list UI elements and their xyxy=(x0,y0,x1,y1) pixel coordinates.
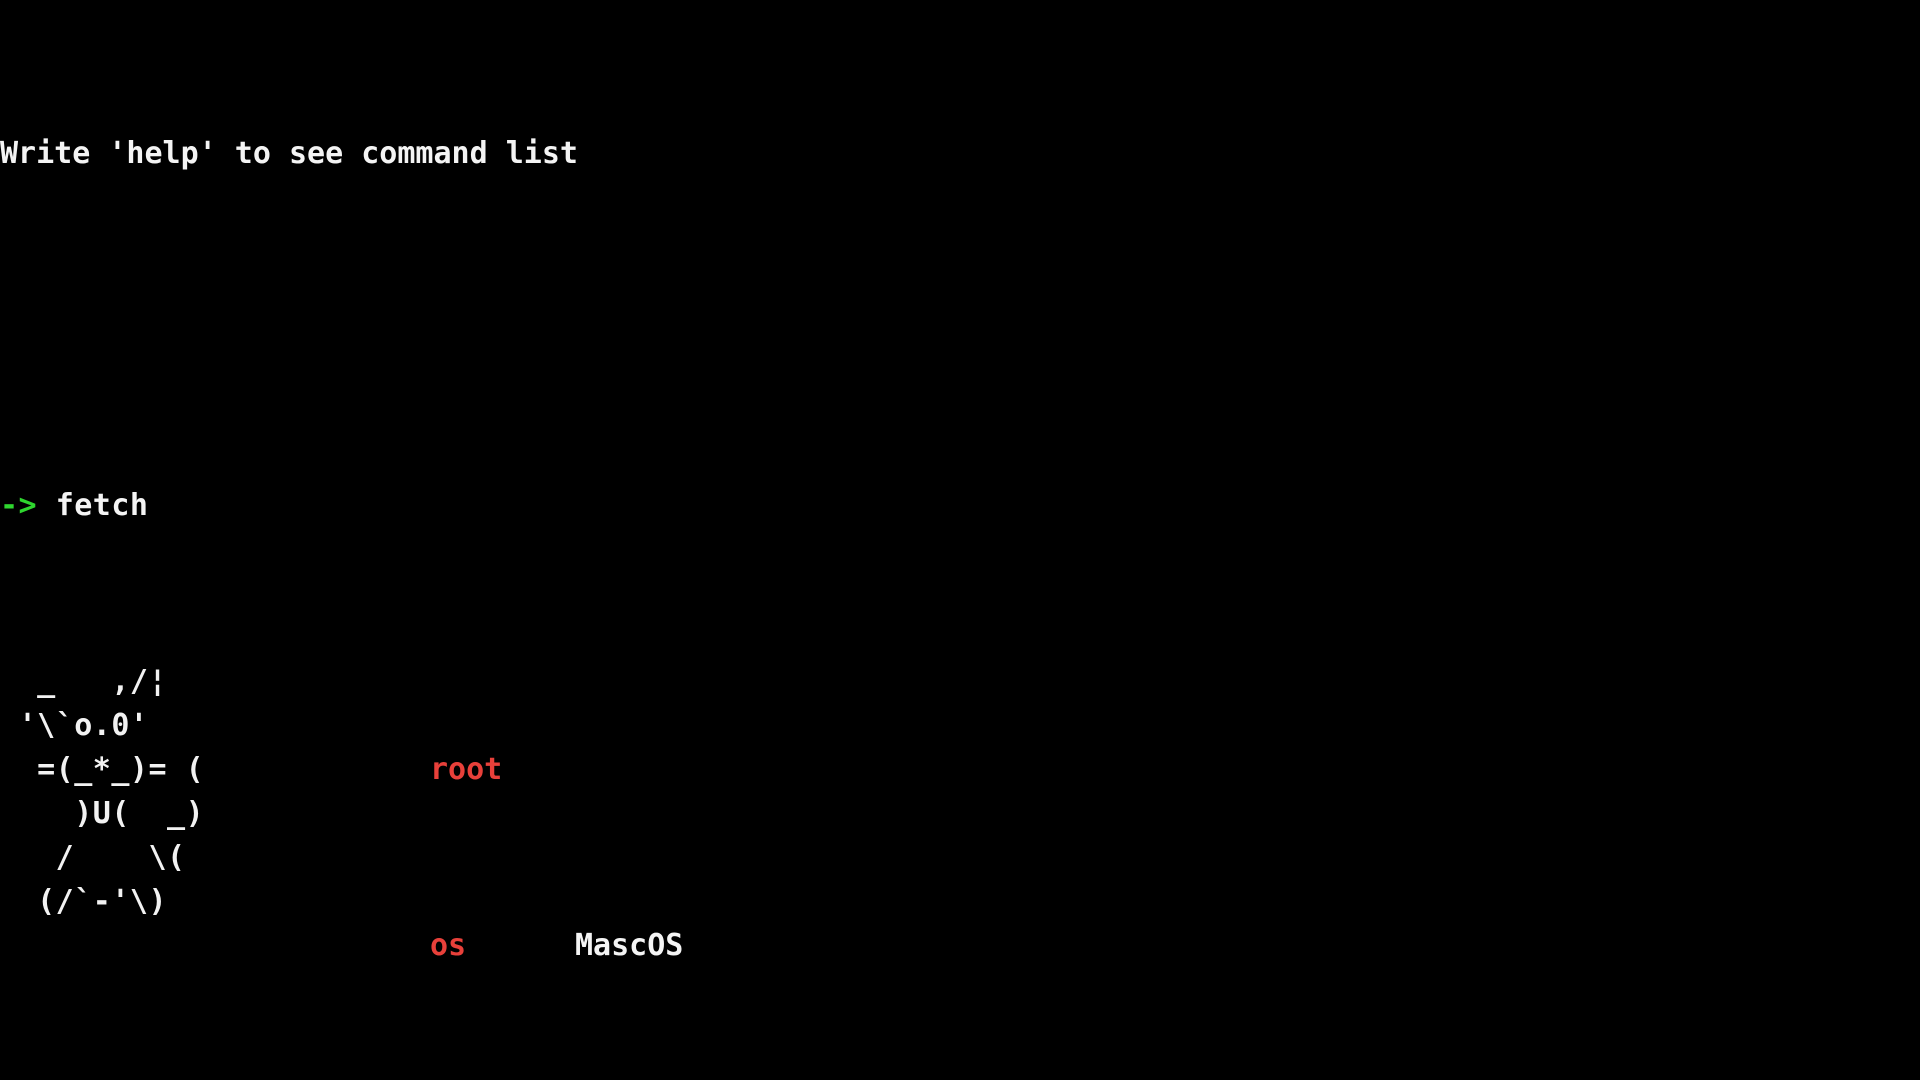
ascii-art-line-6: (/`-'\) xyxy=(0,884,168,919)
fetch-info-row-os: os MascOS xyxy=(430,924,846,968)
ascii-art-line-2: '\`o.0' xyxy=(0,708,149,743)
fetch-user-label: root xyxy=(430,752,503,787)
ascii-art-line-3: =(_*_)= ( xyxy=(0,752,205,787)
fetch-block-spacer xyxy=(0,968,1920,1080)
ascii-art-line-5: / \( xyxy=(0,840,186,875)
fetch-info-user-row: root xyxy=(430,748,846,792)
command-text-fetch xyxy=(37,488,56,523)
ascii-art-line-1: _ ,/¦ xyxy=(0,664,168,699)
command-line-fetch: -> fetch xyxy=(0,484,1920,528)
help-hint-message: Write 'help' to see command list xyxy=(0,136,578,171)
terminal-screen[interactable]: Write 'help' to see command list -> fetc… xyxy=(0,0,1920,1080)
fetch-command-name: fetch xyxy=(55,488,149,523)
fetch-os-key: os xyxy=(430,928,467,963)
prompt-symbol-icon: -> xyxy=(0,488,38,523)
fetch-output-block: _ ,/¦ '\`o.0' =(_*_)= ( )U( _) / \( (/`-… xyxy=(0,660,1920,1080)
fetch-info-column: root osMascOS ver0.2.3 ram19.41KB / 639K… xyxy=(430,660,846,1080)
fetch-os-value: MascOS xyxy=(575,928,684,963)
ascii-art-line-4: )U( _) xyxy=(0,796,205,831)
fetch-ascii-art: _ ,/¦ '\`o.0' =(_*_)= ( )U( _) / \( (/`-… xyxy=(0,660,204,924)
blank-spacer-1 xyxy=(0,308,1920,352)
